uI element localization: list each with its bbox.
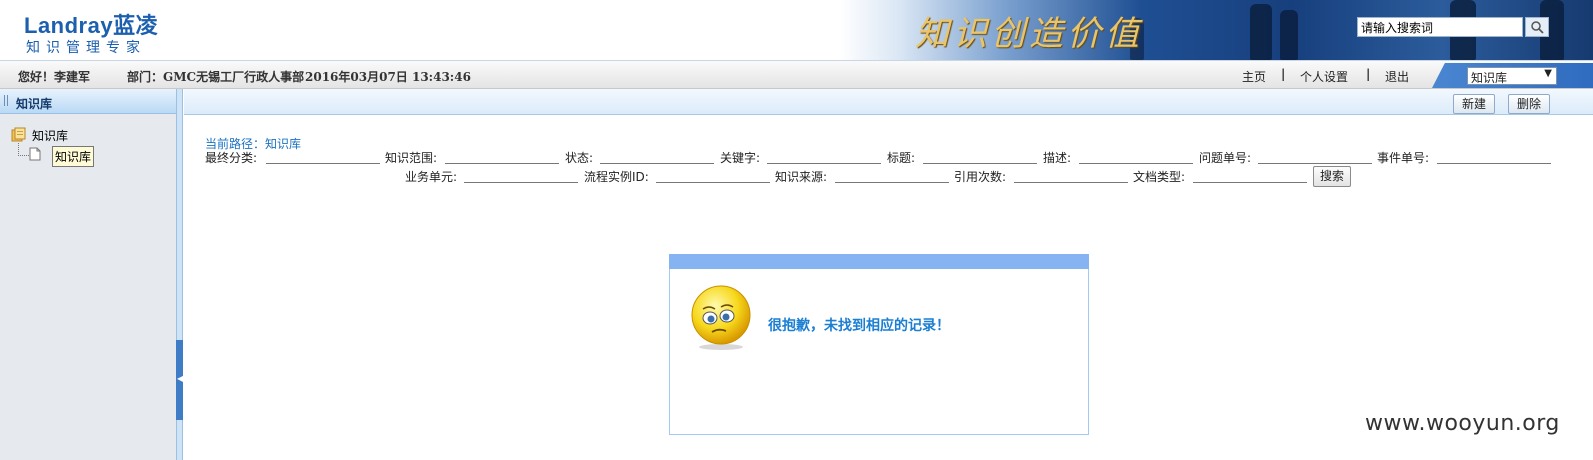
filter-label-business-unit: 业务单元: bbox=[405, 170, 458, 184]
new-button[interactable]: 新建 bbox=[1453, 94, 1496, 114]
filter-label-doc-type: 文档类型: bbox=[1133, 170, 1186, 184]
tree-connector bbox=[18, 143, 29, 156]
tree-node-child[interactable]: 知识库 bbox=[52, 146, 95, 167]
filter-source-field[interactable] bbox=[835, 170, 949, 183]
filter-label-keyword: 关键字: bbox=[720, 151, 761, 165]
module-select-value: 知识库 bbox=[1471, 71, 1508, 85]
content-toolbar bbox=[184, 89, 1593, 115]
filter-category-field[interactable] bbox=[266, 151, 380, 164]
nav-separator: | bbox=[1366, 67, 1371, 81]
filter-search-button[interactable]: 搜索 bbox=[1313, 166, 1352, 187]
grip-icon bbox=[4, 95, 8, 106]
silhouette-figure bbox=[1280, 10, 1298, 60]
search-icon bbox=[1531, 21, 1544, 34]
user-greeting: 您好！李建军 bbox=[18, 70, 91, 84]
chevron-left-icon: ◀ bbox=[177, 374, 184, 383]
sidebar-title: 知识库 bbox=[16, 97, 53, 111]
filter-doc-type-field[interactable] bbox=[1193, 170, 1307, 183]
filter-event-no-field[interactable] bbox=[1437, 151, 1551, 164]
module-select[interactable]: 知识库 ▼ bbox=[1467, 67, 1557, 85]
sad-face-icon bbox=[690, 285, 752, 354]
filter-process-id-field[interactable] bbox=[656, 170, 770, 183]
filter-description-field[interactable] bbox=[1079, 151, 1193, 164]
filter-label-process-id: 流程实例ID: bbox=[584, 170, 649, 184]
empty-state-titlebar bbox=[669, 254, 1089, 269]
filter-label-title: 标题: bbox=[887, 151, 916, 165]
empty-state-message: 很抱歉，未找到相应的记录！ bbox=[768, 318, 950, 334]
user-department: 部门：GMC无锡工厂行政人事部 bbox=[127, 70, 305, 84]
filter-keyword-field[interactable] bbox=[767, 151, 881, 164]
logo-wordmark: Landray蓝凌 bbox=[24, 13, 159, 38]
filter-status-field[interactable] bbox=[600, 151, 714, 164]
collapse-handle[interactable]: ◀ bbox=[176, 340, 183, 420]
filter-label-source: 知识来源: bbox=[775, 170, 828, 184]
current-datetime: 2016年03月07日 13:43:46 bbox=[305, 70, 471, 84]
filter-label-issue-no: 问题单号: bbox=[1199, 151, 1252, 165]
nav-logout-link[interactable]: 退出 bbox=[1385, 68, 1409, 85]
logo-tagline: 知识管理专家 bbox=[26, 40, 146, 56]
search-input[interactable] bbox=[1357, 17, 1523, 37]
nav-separator: | bbox=[1281, 67, 1286, 81]
tree-node-root[interactable]: 知识库 bbox=[32, 127, 68, 144]
filter-label-description: 描述: bbox=[1043, 151, 1072, 165]
filter-label-status: 状态: bbox=[565, 151, 594, 165]
filter-issue-no-field[interactable] bbox=[1258, 151, 1372, 164]
filter-business-unit-field[interactable] bbox=[464, 170, 578, 183]
filter-scope-field[interactable] bbox=[445, 151, 559, 164]
filter-label-event-no: 事件单号: bbox=[1377, 151, 1430, 165]
filter-citations-field[interactable] bbox=[1014, 170, 1128, 183]
filter-label-citations: 引用次数: bbox=[954, 170, 1007, 184]
chevron-down-icon: ▼ bbox=[1544, 68, 1552, 79]
watermark: www.wooyun.org bbox=[1365, 411, 1560, 436]
delete-button[interactable]: 删除 bbox=[1508, 94, 1551, 114]
document-icon bbox=[29, 147, 41, 164]
nav-home-link[interactable]: 主页 bbox=[1242, 68, 1266, 85]
search-button[interactable] bbox=[1525, 17, 1549, 37]
filter-title-field[interactable] bbox=[923, 151, 1037, 164]
banner-slogan: 知识创造价值 bbox=[915, 14, 1143, 54]
filter-label-category: 最终分类: bbox=[205, 151, 258, 165]
filter-label-scope: 知识范围: bbox=[385, 151, 438, 165]
nav-settings-link[interactable]: 个人设置 bbox=[1300, 68, 1348, 85]
silhouette-figure bbox=[1250, 4, 1272, 60]
